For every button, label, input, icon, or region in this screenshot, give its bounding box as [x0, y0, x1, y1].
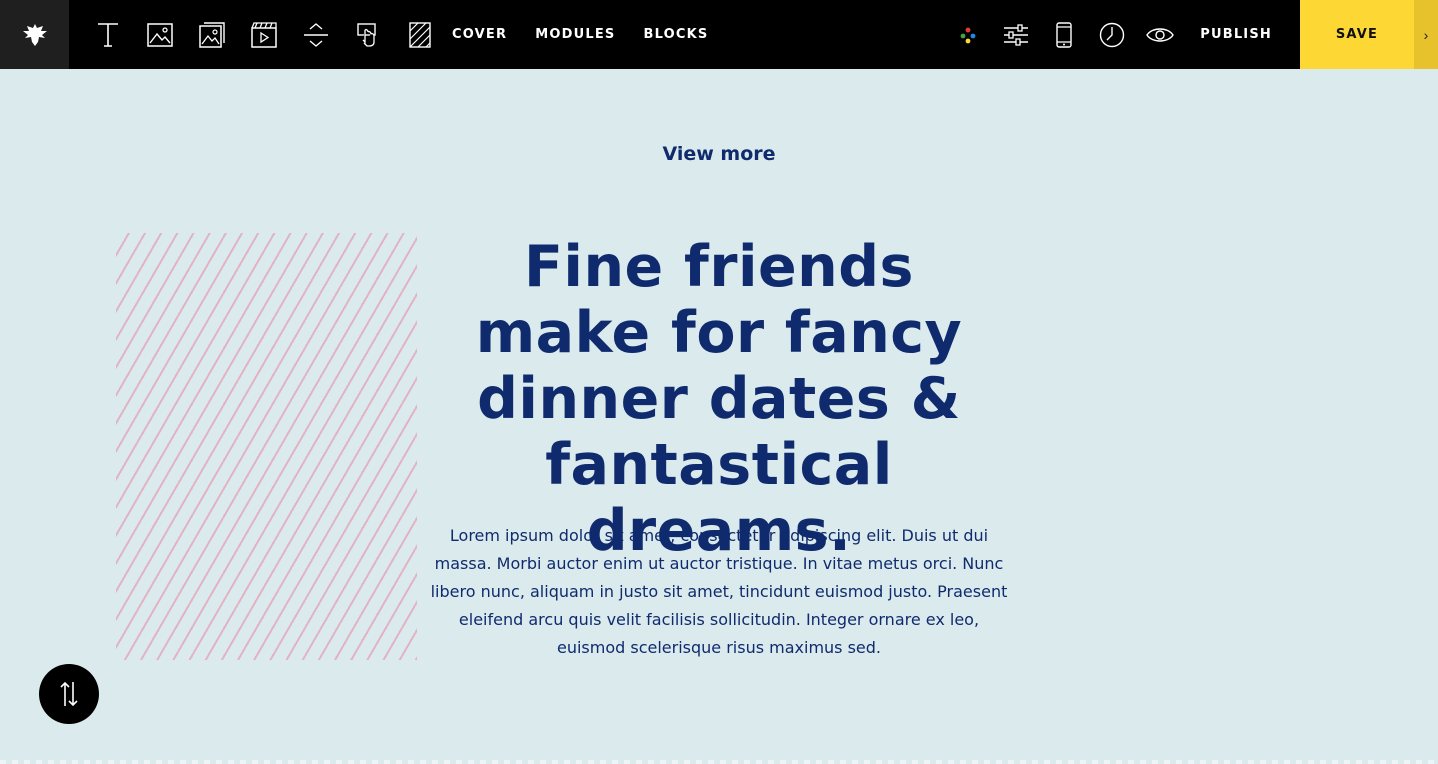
text-tool-icon[interactable]: [82, 0, 134, 69]
pattern-tool-icon[interactable]: [394, 0, 446, 69]
history-clock-icon[interactable]: [1088, 0, 1136, 69]
page-headline: Fine friends make for fancy dinner dates…: [475, 234, 963, 564]
publish-button[interactable]: PUBLISH: [1200, 27, 1272, 42]
section-divider: [0, 760, 1438, 764]
settings-sliders-icon[interactable]: [992, 0, 1040, 69]
nav-cover[interactable]: COVER: [452, 27, 507, 42]
nav-blocks[interactable]: BLOCKS: [643, 27, 708, 42]
spacer-tool-icon[interactable]: [290, 0, 342, 69]
view-more-link[interactable]: View more: [0, 143, 1438, 165]
preview-eye-icon[interactable]: [1136, 0, 1184, 69]
image-placeholder[interactable]: [116, 233, 417, 660]
gallery-tool-icon[interactable]: [186, 0, 238, 69]
editor-toolbar: COVER MODULES BLOCKS PUBLISH SAVE ›: [0, 0, 1438, 69]
nav-modules[interactable]: MODULES: [535, 27, 615, 42]
color-palette-icon[interactable]: [944, 0, 992, 69]
button-tool-icon[interactable]: [342, 0, 394, 69]
reorder-arrows-icon: [60, 681, 78, 707]
save-button[interactable]: SAVE: [1300, 0, 1414, 69]
eagle-logo-icon[interactable]: [0, 0, 69, 69]
mobile-preview-icon[interactable]: [1040, 0, 1088, 69]
body-paragraph: Lorem ipsum dolor sit amet, consectetur …: [430, 526, 1008, 657]
video-tool-icon[interactable]: [238, 0, 290, 69]
image-tool-icon[interactable]: [134, 0, 186, 69]
expand-panel-button[interactable]: ›: [1414, 0, 1438, 69]
reorder-button[interactable]: [39, 664, 99, 724]
